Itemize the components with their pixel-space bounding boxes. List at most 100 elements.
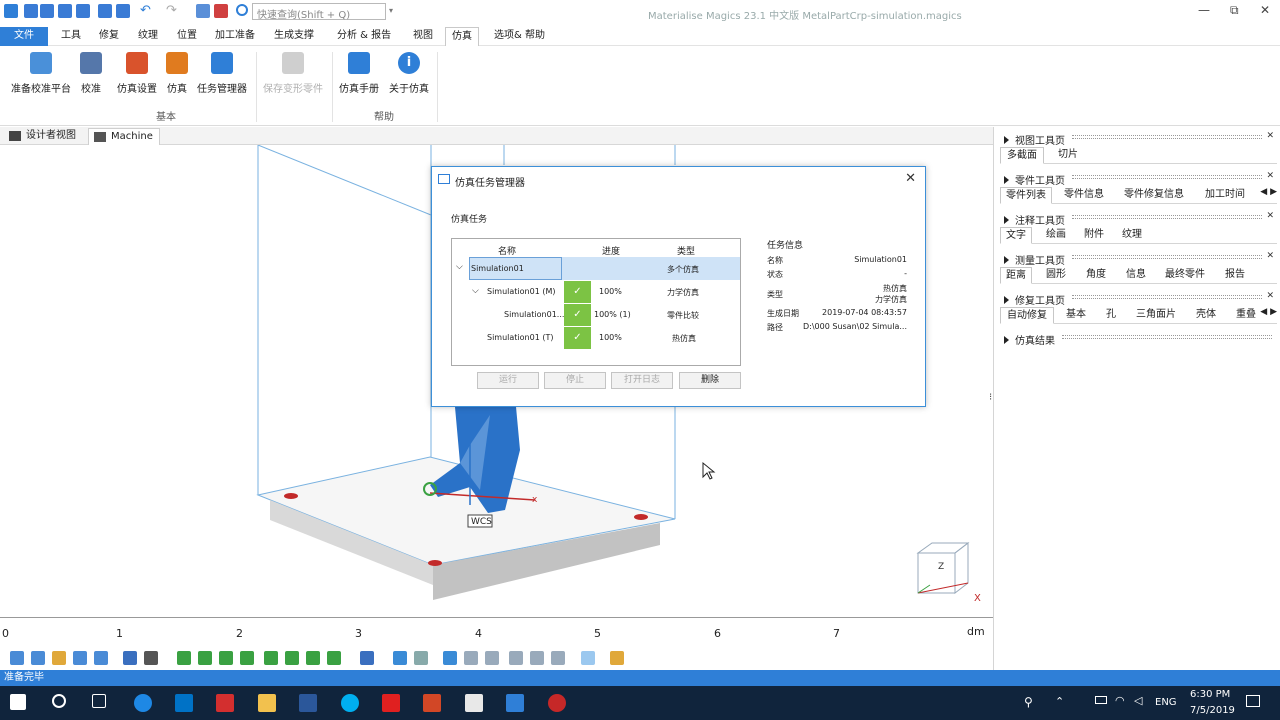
deselect-icon[interactable] <box>214 4 228 18</box>
outlook-icon[interactable] <box>175 694 193 712</box>
brush-select-icon[interactable] <box>306 651 320 665</box>
close-page-icon[interactable]: ✕ <box>1266 171 1274 181</box>
import-icon[interactable] <box>98 4 112 18</box>
panel-collapse-icon[interactable]: ⁝ <box>989 392 992 403</box>
app-logo-icon[interactable] <box>4 4 18 18</box>
redo-icon[interactable]: ↷ <box>166 3 177 18</box>
save-icon[interactable] <box>58 4 72 18</box>
tab-attachment[interactable]: 附件 <box>1084 227 1104 244</box>
menu-tools[interactable]: 工具 <box>61 27 81 46</box>
tab-text[interactable]: 文字 <box>1000 227 1032 244</box>
tab-angle[interactable]: 角度 <box>1086 267 1106 284</box>
wireframe-icon[interactable] <box>581 651 595 665</box>
collapse-icon[interactable]: ⌵ <box>456 262 463 272</box>
tab-machine[interactable]: Machine <box>88 128 160 145</box>
grow-icon[interactable] <box>530 651 544 665</box>
menu-position[interactable]: 位置 <box>177 27 197 46</box>
undo-icon[interactable]: ↶ <box>140 3 151 18</box>
battery-icon[interactable] <box>1095 696 1107 704</box>
tray-chevron-icon[interactable]: ⌃ <box>1055 695 1064 708</box>
tab-report[interactable]: 报告 <box>1225 267 1245 284</box>
close-page-icon[interactable]: ✕ <box>1266 211 1274 221</box>
task-grid[interactable]: 名称 进度 类型 ⌵ Simulation01 多个仿真 ⌵ Simulatio… <box>451 238 741 366</box>
menu-analysis[interactable]: 分析 & 报告 <box>337 27 391 46</box>
menu-build-prep[interactable]: 加工准备 <box>215 27 255 46</box>
edge-browser-icon[interactable] <box>134 694 152 712</box>
shell-select-icon[interactable] <box>219 651 233 665</box>
zoom-icon[interactable] <box>10 651 24 665</box>
tab-multi-section[interactable]: 多截面 <box>1000 147 1044 164</box>
simulation-settings-button[interactable]: 仿真设置 <box>116 52 158 95</box>
section-icon[interactable] <box>414 651 428 665</box>
network-icon[interactable]: ◠ <box>1115 694 1125 707</box>
volume-icon[interactable]: ◁ <box>1134 694 1142 707</box>
tab-triangles[interactable]: 三角面片 <box>1136 307 1176 324</box>
minimize-button[interactable]: — <box>1198 3 1210 17</box>
lasso-select-icon[interactable] <box>285 651 299 665</box>
run-button[interactable]: 运行 <box>477 372 539 389</box>
tab-final-part[interactable]: 最终零件 <box>1165 267 1205 284</box>
tab-build-time[interactable]: 加工时间估 <box>1205 187 1253 204</box>
repair-toolbar-header[interactable]: 修复工具页 <box>1004 292 1065 307</box>
zoom-window-icon[interactable] <box>31 651 45 665</box>
simulation-results-header[interactable]: 仿真结果 <box>1004 332 1055 347</box>
file-explorer-icon[interactable] <box>258 694 276 712</box>
word-icon[interactable] <box>299 694 317 712</box>
tab-overlap[interactable]: 重叠 <box>1236 307 1256 324</box>
quick-search-input[interactable]: 快速查询(Shift + Q) <box>252 3 386 21</box>
save-deformed-part-button[interactable]: 保存变形零件 <box>262 52 324 95</box>
tab-texture[interactable]: 纹理 <box>1122 227 1142 244</box>
powerpoint-icon[interactable] <box>423 694 441 712</box>
menu-support[interactable]: 生成支撑 <box>274 27 314 46</box>
calibrate-button[interactable]: 校准 <box>78 52 104 95</box>
tab-holes[interactable]: 孔 <box>1106 307 1116 324</box>
notifications-icon[interactable] <box>1246 695 1260 707</box>
unmark-icon[interactable] <box>443 651 457 665</box>
restore-button[interactable]: ⧉ <box>1230 3 1239 18</box>
menu-texture[interactable]: 纹理 <box>138 27 158 46</box>
tab-info[interactable]: 信息 <box>1126 267 1146 284</box>
tab-designer-view[interactable]: 设计者视图 <box>4 128 84 145</box>
clock-date[interactable]: 7/5/2019 <box>1190 705 1235 716</box>
mark-icon[interactable] <box>327 651 341 665</box>
stop-button[interactable]: 停止 <box>544 372 606 389</box>
invert-icon[interactable] <box>509 651 523 665</box>
view-toolbar-header[interactable]: 视图工具页 <box>1004 132 1065 147</box>
shrink-icon[interactable] <box>551 651 565 665</box>
search-icon[interactable] <box>52 694 66 708</box>
new-file-icon[interactable] <box>24 4 38 18</box>
dialog-close-button[interactable]: ✕ <box>905 171 916 186</box>
open-log-button[interactable]: 打开日志 <box>611 372 673 389</box>
tab-distance[interactable]: 距离 <box>1000 267 1032 284</box>
tab-part-info[interactable]: 零件信息 <box>1064 187 1104 204</box>
close-page-icon[interactable]: ✕ <box>1266 291 1274 301</box>
view-cube[interactable]: Z X <box>916 541 981 604</box>
tab-auto-fix[interactable]: 自动修复 <box>1000 307 1054 324</box>
view-cube-icon[interactable] <box>123 651 137 665</box>
windows-start-icon[interactable] <box>10 694 26 710</box>
tab-draw[interactable]: 绘画 <box>1046 227 1066 244</box>
rotate-icon[interactable] <box>94 651 108 665</box>
triangle-select-icon[interactable] <box>177 651 191 665</box>
simulation-button[interactable]: 仿真 <box>164 52 190 95</box>
color-mode-icon[interactable] <box>610 651 624 665</box>
prepare-calibration-platform-button[interactable]: 准备校准平台 <box>10 52 72 95</box>
measure-icon[interactable] <box>393 651 407 665</box>
menu-fix[interactable]: 修复 <box>99 27 119 46</box>
shading-icon[interactable] <box>144 651 158 665</box>
box-select-icon[interactable] <box>264 651 278 665</box>
language-indicator[interactable]: ENG <box>1155 697 1177 708</box>
part-toolbar-header[interactable]: 零件工具页 <box>1004 172 1065 187</box>
tab-shells[interactable]: 壳体 <box>1196 307 1216 324</box>
annotation-toolbar-header[interactable]: 注释工具页 <box>1004 212 1065 227</box>
filter-icon[interactable] <box>464 651 478 665</box>
simulation-manual-button[interactable]: 仿真手册 <box>338 52 380 95</box>
task-view-icon[interactable] <box>92 694 106 708</box>
tab-part-fix-info[interactable]: 零件修复信息 <box>1124 187 1184 204</box>
close-page-icon[interactable]: ✕ <box>1266 131 1274 141</box>
recorder-icon[interactable] <box>548 694 566 712</box>
tab-basic[interactable]: 基本 <box>1066 307 1086 324</box>
tab-part-list[interactable]: 零件列表 <box>1000 187 1052 204</box>
tab-slice[interactable]: 切片 <box>1058 147 1078 164</box>
export-icon[interactable] <box>116 4 130 18</box>
